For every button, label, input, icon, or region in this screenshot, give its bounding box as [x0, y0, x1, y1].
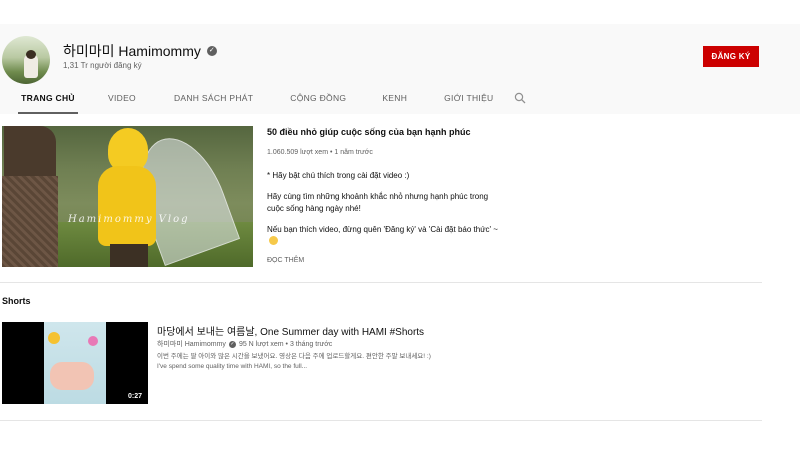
- short-thumb-flower-yellow: [48, 332, 60, 344]
- thumb-watermark: Hamimommy Vlog: [68, 214, 190, 225]
- thumb-child-raincoat: [98, 166, 156, 246]
- thumb-adult-skirt: [2, 176, 58, 267]
- short-description: 이번 주에는 딸 아이와 많은 시간을 보냈어요. 영상은 다음 주에 업로드할…: [157, 352, 497, 372]
- featured-desc-line-3: Nếu bạn thích video, đừng quên 'Đăng ký'…: [267, 224, 507, 248]
- avatar-hair: [26, 50, 36, 59]
- featured-meta: 1.060.509 lượt xem • 1 năm trước: [267, 149, 373, 156]
- top-bar: [0, 0, 800, 24]
- featured-title[interactable]: 50 điều nhỏ giúp cuộc sống của bạn hạnh …: [267, 127, 471, 137]
- section-divider: [0, 282, 762, 283]
- subscribe-button[interactable]: ĐĂNG KÝ: [703, 46, 759, 67]
- duration-badge: 0:27: [124, 392, 145, 401]
- short-title[interactable]: 마당에서 보내는 여름날, One Summer day with HAMI #…: [157, 323, 424, 338]
- verified-check-icon: ✓: [228, 340, 236, 348]
- short-stats: 95 N lượt xem • 3 tháng trước: [238, 340, 333, 348]
- featured-desc-line-1: * Hãy bật chú thích trong cài đặt video …: [267, 171, 410, 180]
- smile-emoji-icon: [269, 236, 278, 245]
- short-desc-english: I've spend some quality time with HAMI, …: [157, 363, 308, 370]
- search-icon[interactable]: [514, 92, 526, 104]
- tab-home[interactable]: TRANG CHỦ: [18, 87, 78, 114]
- short-thumb-flower-pink: [88, 336, 98, 346]
- tab-community[interactable]: CỘNG ĐỒNG: [290, 87, 346, 114]
- tab-channels[interactable]: KENH: [382, 87, 407, 114]
- tab-videos[interactable]: VIDEO: [108, 87, 136, 114]
- short-meta: 하미마미 Hamimommy ✓ 95 N lượt xem • 3 tháng…: [157, 339, 332, 349]
- subscriber-count: 1,31 Tr người đăng ký: [63, 61, 142, 70]
- featured-thumbnail[interactable]: Hamimommy Vlog: [2, 126, 253, 267]
- channel-tabs: TRANG CHỦ VIDEO DANH SÁCH PHÁT CỘNG ĐỒNG…: [0, 87, 800, 114]
- thumb-child-legs: [110, 244, 148, 267]
- featured-desc-line-3-text: Nếu bạn thích video, đừng quên 'Đăng ký'…: [267, 225, 498, 234]
- featured-video: Hamimommy Vlog 50 điều nhỏ giúp cuộc sốn…: [0, 114, 800, 282]
- tab-playlists[interactable]: DANH SÁCH PHÁT: [174, 87, 253, 114]
- shorts-heading: Shorts: [2, 296, 31, 306]
- short-thumbnail[interactable]: 0:27: [2, 322, 148, 404]
- bottom-divider: [0, 420, 762, 421]
- short-thumb-hand: [50, 362, 94, 390]
- channel-name-text: 하미마미 Hamimommy: [63, 43, 201, 59]
- short-channel-name[interactable]: 하미마미 Hamimommy: [157, 339, 226, 349]
- tab-about[interactable]: GIỚI THIỆU: [444, 87, 493, 114]
- short-desc-korean: 이번 주에는 딸 아이와 많은 시간을 보냈어요. 영상은 다음 주에 업로드할…: [157, 353, 431, 360]
- read-more-link[interactable]: ĐỌC THÊM: [267, 257, 304, 264]
- channel-avatar[interactable]: [2, 36, 50, 84]
- verified-check-icon: ✓: [206, 46, 217, 56]
- featured-desc-line-2: Hãy cùng tìm những khoảnh khắc nhỏ nhưng…: [267, 192, 489, 213]
- channel-name[interactable]: 하미마미 Hamimommy ✓: [63, 41, 217, 61]
- featured-description: * Hãy bật chú thích trong cài đặt video …: [267, 170, 507, 257]
